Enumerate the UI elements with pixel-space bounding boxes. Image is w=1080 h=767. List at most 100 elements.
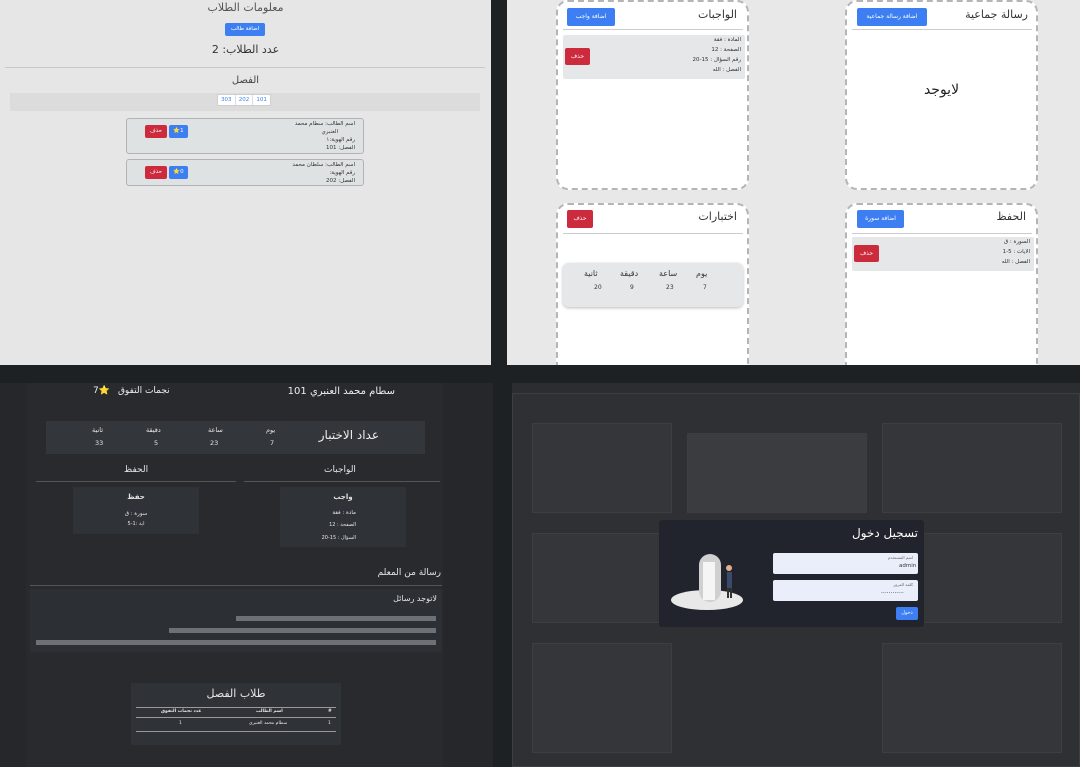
table-header-rule [136,717,336,718]
star-icon: ⭐ [98,386,110,396]
memorization-surah: سورة : ق [124,511,148,517]
homework-section-title: الواجبات [324,465,356,475]
homework-page: الصفحة : 12 [329,522,356,528]
student-card: اسم الطالب: سطام محمد العنبري رقم الهوية… [126,118,364,154]
memorization-class: الفصل : الله [1001,259,1030,265]
row-index: 1 [328,721,331,726]
memorization-title: الحفظ [996,210,1026,223]
class-tab-101[interactable]: 101 [252,95,270,105]
stars-header: 7⭐ نجمات التفوق [93,386,170,396]
username-field[interactable]: اسم المستخدم admin [773,553,918,574]
student-id: رقم الهوية: [329,170,355,176]
login-page: تسجيل دخول اسم المستخدم admin كلمة المرو… [512,383,1080,767]
login-button[interactable]: دخول [896,607,918,620]
stars-count: 0 [180,169,184,175]
group-message-title: رسالة جماعية [965,8,1028,21]
delete-memorization-button[interactable]: حذف [854,245,879,262]
value-hour: 23 [666,284,674,291]
exams-title: اختبارات [698,210,737,223]
homework-subject: المادة : فقة [713,37,741,43]
row-name: سطام محمد العنبري [249,721,288,726]
delete-student-button[interactable]: حذف [145,125,167,138]
no-messages-text: لايوجد [923,82,960,98]
class-tab-202[interactable]: 202 [234,95,253,105]
stars-count: 1 [180,128,184,134]
password-label: كلمة المرور [893,582,913,587]
login-card: تسجيل دخول اسم المستخدم admin كلمة المرو… [659,520,924,627]
homework-card: الواجبات اضافة واجب المادة : فقة الصفحة … [556,0,749,190]
homework-card-title: واجب [333,493,353,501]
divider [852,233,1032,234]
delete-exam-button[interactable]: حذف [567,210,593,228]
memorization-card: حفظ سورة : ق اية :1-5 [73,487,199,534]
student-card: اسم الطالب: سلطان محمد رقم الهوية: الفصل… [126,159,364,186]
unit-second: ثانية [92,426,104,434]
value-second: 20 [594,284,602,291]
unit-minute: دقيقة [620,269,639,278]
table-bottom-rule [136,731,336,732]
add-surah-button[interactable]: اضافة سورة [857,210,904,228]
memorization-section-title: الحفظ [123,465,149,475]
placeholder-bar [236,616,436,621]
exams-card: اختبارات حذف يوم ساعة دقيقة ثانية 7 23 9… [556,203,749,365]
students-info-title: معلومات الطلاب [207,1,284,14]
homework-card: واجب مادة : فقة الصفحة : 12 السؤال : 15-… [280,487,406,547]
exam-countdown-title: عداد الاختبار [318,428,379,442]
exam-countdown: عداد الاختبار يوم ساعة دقيقة ثانية 7 23 … [46,421,425,454]
homework-question: السؤال : 15-20 [321,535,356,541]
table-header-name: اسم الطالب [256,709,283,714]
add-group-message-button[interactable]: اضافة رسالة جماعية [857,8,927,26]
homework-question: رقم السؤال : 15-20 [692,57,741,63]
homework-class: الفصل : الله [712,67,741,73]
student-class: الفصل: 202 [325,178,355,184]
divider [30,585,442,586]
delete-homework-button[interactable]: حذف [565,48,590,65]
unit-day: يوم [266,426,276,434]
class-title: الفصل [231,75,260,86]
add-homework-button[interactable]: اضافة واجب [567,8,615,26]
username-value[interactable]: admin [899,563,916,569]
teacher-dashboard: الواجبات اضافة واجب المادة : فقة الصفحة … [507,0,1080,365]
value-second: 33 [95,439,104,447]
value-day: 7 [270,439,275,447]
memorization-card-title: حفظ [127,493,145,501]
placeholder-bar [36,640,436,645]
delete-student-button[interactable]: حذف [145,166,167,179]
username-label: اسم المستخدم [888,555,913,560]
divider [563,29,743,30]
homework-page: الصفحة : 12 [711,47,741,53]
password-field[interactable]: كلمة المرور ............ [773,580,918,601]
student-name-cont: العنبري [321,129,338,135]
group-message-card: رسالة جماعية اضافة رسالة جماعية لايوجد [845,0,1038,190]
class-students-card: طلاب الفصل # اسم الطالب عدد نجمات التفوق… [131,683,341,745]
messages-list: لاتوجد رسائل [30,589,442,652]
add-student-button[interactable]: اضافة طالب [225,23,265,36]
homework-title: الواجبات [698,8,737,21]
class-students-title: طلاب الفصل [206,687,266,700]
class-tab-303[interactable]: 303 [218,95,235,105]
memorization-verses: الايات : 5-1 [1002,249,1030,255]
password-value[interactable]: ............ [881,588,904,595]
student-name: اسم الطالب: سطام محمد [294,121,355,127]
student-name-header: سطام محمد العنبري 101 [287,386,395,397]
student-name: اسم الطالب: سلطان محمد [292,162,355,168]
placeholder-bar [169,628,436,633]
login-title: تسجيل دخول [852,526,918,540]
divider [36,481,236,482]
table-header-index: # [328,709,332,714]
unit-second: ثانية [584,269,598,278]
unit-hour: ساعة [208,426,223,434]
student-id: رقم الهوية:١ [326,137,355,143]
homework-item: المادة : فقة الصفحة : 12 رقم السؤال : 15… [563,35,745,79]
unit-minute: دقيقة [146,426,161,434]
unit-hour: ساعة [659,269,678,278]
value-minute: 5 [154,439,159,447]
student-stars-button[interactable]: ⭐0 [169,166,188,179]
student-stars-button[interactable]: ⭐1 [169,125,188,138]
class-tabs: 101 202 303 [217,94,271,106]
unit-day: يوم [696,269,708,278]
table-top-rule [136,707,336,708]
value-day: 7 [703,284,707,291]
student-class: الفصل: 101 [325,145,355,151]
divider [5,67,485,68]
